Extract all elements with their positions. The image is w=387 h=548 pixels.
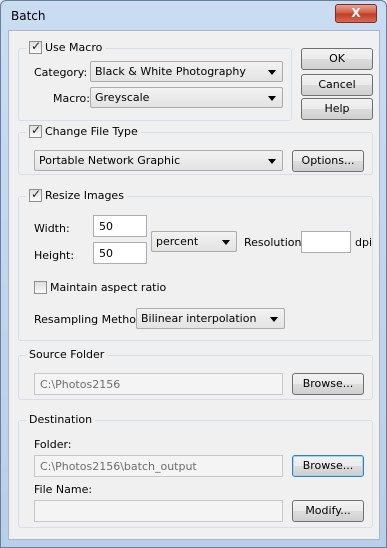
resampling-label: Resampling Method:	[34, 313, 147, 326]
batch-dialog: Batch X Use Macro Category: Black & Whit…	[0, 0, 387, 548]
dialog-client-area: Use Macro Category: Black & White Photog…	[8, 30, 380, 540]
width-label: Width:	[34, 222, 70, 235]
maintain-aspect-label: Maintain aspect ratio	[50, 281, 167, 294]
window-title: Batch	[11, 9, 46, 23]
chevron-down-icon	[268, 70, 276, 75]
macro-group-header: Use Macro	[26, 39, 106, 54]
source-browse-button[interactable]: Browse...	[292, 373, 364, 395]
macro-group: Use Macro Category: Black & White Photog…	[18, 39, 292, 121]
file-type-group-header: Change File Type	[26, 123, 141, 138]
file-type-group: Change File Type Portable Network Graphi…	[18, 123, 373, 175]
file-name-input[interactable]	[34, 500, 283, 522]
category-dropdown[interactable]: Black & White Photography	[90, 61, 283, 82]
help-button[interactable]: Help	[301, 98, 373, 120]
dpi-label: dpi	[355, 236, 373, 249]
resize-group: Resize Images Width: 50 Height: 50 perce…	[18, 187, 373, 341]
close-button[interactable]: X	[335, 4, 377, 23]
category-label: Category:	[34, 66, 88, 79]
source-folder-group: Source Folder C:\Photos2156 Browse...	[18, 348, 373, 400]
options-button[interactable]: Options...	[292, 150, 364, 172]
chevron-down-icon	[268, 96, 276, 101]
macro-dropdown[interactable]: Greyscale	[90, 87, 283, 108]
destination-browse-button[interactable]: Browse...	[292, 455, 364, 477]
chevron-down-icon	[222, 240, 230, 245]
width-input[interactable]: 50	[93, 215, 147, 237]
ok-button[interactable]: OK	[301, 48, 373, 70]
file-format-dropdown[interactable]: Portable Network Graphic	[34, 150, 283, 171]
resize-group-header: Resize Images	[26, 187, 127, 202]
change-file-type-checkbox[interactable]	[29, 123, 42, 138]
source-folder-label: Source Folder	[26, 348, 108, 361]
destination-folder-input[interactable]: C:\Photos2156\batch_output	[34, 455, 283, 477]
folder-label: Folder:	[34, 438, 72, 451]
change-file-type-label: Change File Type	[45, 125, 138, 138]
file-name-label: File Name:	[34, 483, 93, 496]
unit-dropdown[interactable]: percent	[151, 231, 237, 252]
aspect-ratio-row: Maintain aspect ratio	[34, 281, 166, 294]
height-input[interactable]: 50	[93, 242, 147, 264]
resize-images-checkbox[interactable]	[29, 187, 42, 202]
use-macro-checkbox[interactable]	[29, 39, 42, 54]
modify-button[interactable]: Modify...	[292, 500, 364, 522]
chevron-down-icon	[268, 159, 276, 164]
category-value: Black & White Photography	[95, 65, 246, 78]
destination-label: Destination	[26, 413, 96, 426]
resolution-label: Resolution:	[244, 236, 306, 249]
resolution-input[interactable]	[301, 231, 351, 253]
destination-group: Destination Folder: C:\Photos2156\batch_…	[18, 413, 373, 528]
source-folder-input[interactable]: C:\Photos2156	[34, 373, 283, 395]
maintain-aspect-checkbox[interactable]	[34, 281, 47, 294]
macro-value: Greyscale	[95, 91, 150, 104]
unit-value: percent	[156, 235, 199, 248]
macro-label: Macro:	[53, 92, 90, 105]
chevron-down-icon	[270, 317, 278, 322]
resampling-dropdown[interactable]: Bilinear interpolation	[136, 308, 285, 329]
resize-images-label: Resize Images	[45, 189, 124, 202]
cancel-button[interactable]: Cancel	[301, 74, 373, 96]
height-label: Height:	[34, 249, 75, 262]
close-icon: X	[351, 6, 361, 20]
file-format-value: Portable Network Graphic	[39, 154, 181, 167]
use-macro-label: Use Macro	[45, 41, 103, 54]
title-bar[interactable]: Batch X	[1, 1, 386, 29]
resampling-value: Bilinear interpolation	[141, 312, 257, 325]
